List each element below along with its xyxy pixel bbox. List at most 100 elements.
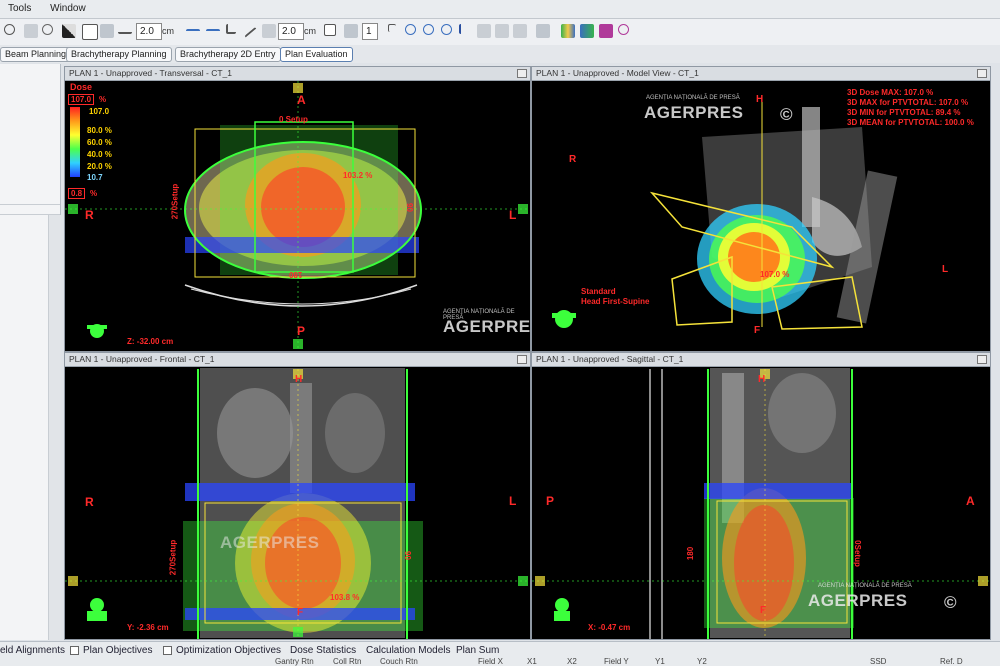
frontal-image — [65, 368, 530, 639]
watermark-brand: AGERPRES — [808, 591, 908, 610]
gantry-90-label: 90 — [404, 203, 414, 212]
dose-level: 60.0 % — [87, 138, 112, 147]
x-coordinate: X: -0.47 cm — [588, 623, 631, 632]
tab-plan-sum[interactable]: Plan Sum — [456, 645, 499, 656]
cube-icon[interactable] — [599, 24, 613, 38]
stat-ptv-min: 3D MIN for PTVTOTAL: 89.4 % — [847, 108, 961, 117]
tab-optimization-objectives[interactable]: Optimization Objectives — [163, 645, 281, 656]
sidebar-divider — [0, 204, 60, 205]
feet-label: F — [297, 607, 304, 618]
viewport-transversal[interactable]: PLAN 1 - Unapproved - Transversal - CT_1… — [64, 66, 531, 352]
tab-beam-planning[interactable]: Beam Planning — [0, 47, 72, 62]
watermark-symbol: © — [780, 105, 794, 124]
anterior-label: A — [966, 494, 975, 508]
right-label: R — [569, 154, 577, 165]
brush-icon[interactable] — [262, 24, 276, 38]
zoom-icon[interactable] — [4, 24, 15, 35]
layout-icon[interactable] — [100, 24, 114, 38]
watermark-symbol: © — [944, 593, 958, 612]
posterior-label: P — [546, 494, 555, 508]
checkbox[interactable] — [163, 645, 172, 655]
y-coordinate: Y: -2.36 cm — [127, 623, 169, 632]
dose-point-label: 103.8 % — [330, 593, 360, 602]
window-level-icon[interactable] — [62, 24, 76, 38]
z-coordinate: Z: -32.00 cm — [127, 337, 174, 346]
brush-tool-icon[interactable] — [513, 24, 527, 38]
pointer-icon[interactable] — [459, 24, 465, 34]
measure-icon[interactable] — [118, 24, 132, 34]
tab-plan-evaluation[interactable]: Plan Evaluation — [280, 47, 353, 62]
gantry-270-label: 270Setup — [168, 539, 178, 576]
dose-legend-title: Dose — [70, 82, 93, 92]
right-label: R — [85, 495, 94, 509]
eraser-icon[interactable] — [495, 24, 509, 38]
zoom-unit: cm — [162, 26, 174, 36]
search-icon[interactable] — [441, 24, 452, 35]
viewport-model-view[interactable]: PLAN 1 - Unapproved - Model View - CT_1 … — [531, 66, 991, 352]
left-label: L — [509, 208, 517, 222]
menu-window[interactable]: Window — [42, 0, 94, 17]
beam-edit-icon[interactable] — [206, 29, 220, 37]
sagittal-image — [532, 368, 990, 639]
width-value-field[interactable]: 2.0 — [278, 23, 304, 40]
fit-icon[interactable] — [82, 24, 98, 40]
sidebar-scrollbar[interactable] — [48, 215, 61, 640]
feet-label: F — [754, 325, 761, 336]
count-field[interactable]: 1 — [362, 23, 378, 40]
tab-calculation-models[interactable]: Calculation Models — [366, 645, 451, 656]
zoom-value-field[interactable]: 2.0 — [136, 23, 162, 40]
tab-field-alignments[interactable]: eld Alignments — [0, 645, 65, 656]
beam-add-icon[interactable] — [186, 29, 200, 37]
crosshair-icon[interactable] — [388, 24, 396, 32]
menu-tools[interactable]: Tools — [0, 0, 39, 17]
head-label: H — [756, 94, 764, 105]
gantry-90-label: 90 — [402, 551, 412, 560]
feet-label: F — [760, 605, 767, 616]
bottom-panel: eld Alignments Plan Objectives Optimizat… — [0, 641, 1000, 666]
settings-icon[interactable] — [618, 24, 629, 35]
workspace-tabs: Beam Planning Brachytherapy Planning Bra… — [0, 45, 1000, 63]
viewport-sagittal[interactable]: PLAN 1 - Unapproved - Sagittal - CT_1 H … — [531, 352, 991, 640]
snapshot-icon[interactable] — [536, 24, 550, 38]
structures-icon[interactable] — [561, 24, 575, 38]
dose-level: 80.0 % — [87, 126, 112, 135]
gantry-270-label: 270Setup — [170, 183, 180, 220]
checkbox[interactable] — [70, 645, 79, 655]
dose-min-unit: % — [90, 189, 98, 198]
tab-plan-objectives[interactable]: Plan Objectives — [70, 645, 152, 656]
target-icon[interactable] — [405, 24, 416, 35]
dose-level: 20.0 % — [87, 162, 112, 171]
dose-max-value: 107.0 — [89, 107, 110, 116]
tab-brachytherapy-planning[interactable]: Brachytherapy Planning — [66, 47, 172, 62]
gantry-0-label: 0Setup — [852, 540, 862, 567]
gantry-180-label: 180 — [289, 270, 303, 279]
ring-icon[interactable] — [423, 24, 434, 35]
toolbar: 2.0 cm 2.0 cm 1 — [0, 19, 1000, 46]
menu-bar: Tools Window — [0, 0, 1000, 19]
left-label: L — [942, 264, 949, 275]
orientation-line2: Head First-Supine — [581, 297, 650, 306]
gantry-setup-label: 0 Setup — [279, 115, 308, 124]
layers-icon[interactable] — [344, 24, 358, 38]
dose-point-label: 103.2 % — [343, 171, 373, 180]
tab-brachytherapy-2d-entry[interactable]: Brachytherapy 2D Entry — [175, 47, 281, 62]
dose-level: 10.7 — [87, 173, 103, 182]
angle-icon[interactable] — [226, 24, 236, 34]
dose-level: 40.0 % — [87, 150, 112, 159]
pan-icon[interactable] — [24, 24, 38, 38]
line-icon[interactable] — [244, 26, 258, 40]
dose-max-unit: % — [99, 95, 107, 104]
watermark-subtitle: AGENȚIA NAȚIONALĂ DE PRESĂ — [818, 583, 912, 589]
watermark-brand: AGERPRES — [644, 103, 744, 122]
viewport-frontal[interactable]: PLAN 1 - Unapproved - Frontal - CT_1 H F… — [64, 352, 531, 640]
contour-icon[interactable] — [477, 24, 491, 38]
tab-dose-statistics[interactable]: Dose Statistics — [290, 645, 356, 656]
stat-ptv-max: 3D MAX for PTVTOTAL: 107.0 % — [847, 98, 969, 107]
watermark-brand: AGERPRES — [443, 317, 531, 336]
rotate-icon[interactable] — [42, 24, 53, 35]
stat-ptv-mean: 3D MEAN for PTVTOTAL: 100.0 % — [847, 118, 974, 127]
dose-display-icon[interactable] — [580, 24, 594, 38]
dose-max-box[interactable]: 107.0 — [68, 94, 95, 105]
copy-icon[interactable] — [324, 24, 336, 36]
dose-min-box[interactable]: 0.8 — [68, 188, 86, 199]
